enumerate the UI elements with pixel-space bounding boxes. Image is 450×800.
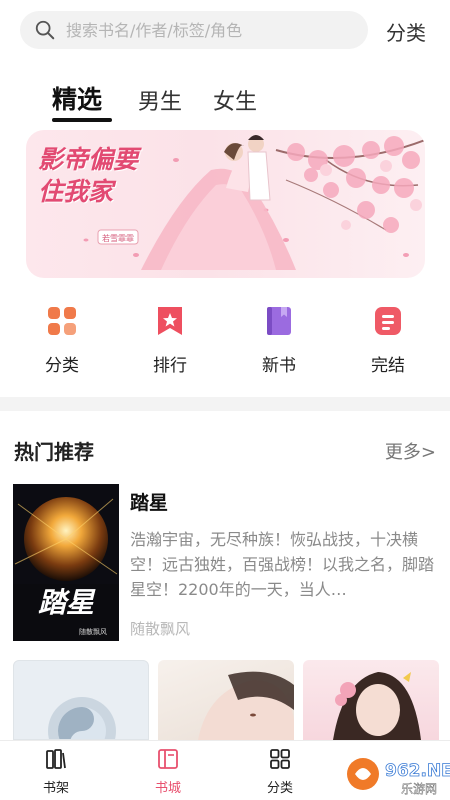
book-cover[interactable]: 踏星 随散飘风 bbox=[13, 484, 119, 641]
ranking-star-icon bbox=[158, 307, 182, 335]
section-title: 热门推荐 bbox=[14, 440, 94, 464]
watermark-sub: 乐游网 bbox=[401, 782, 437, 796]
book-author: 随散飘风 bbox=[130, 620, 191, 638]
bottom-nav-category[interactable]: 分类 bbox=[245, 747, 315, 796]
book-cover-thumb[interactable] bbox=[303, 660, 439, 740]
book-cover-thumb[interactable] bbox=[158, 660, 294, 740]
category-grid-icon bbox=[270, 749, 290, 769]
channel-tabs: 精选 男生 女生 bbox=[0, 80, 450, 122]
tab-male[interactable]: 男生 bbox=[138, 84, 182, 116]
quick-nav-label: 完结 bbox=[371, 356, 405, 376]
quick-nav: 分类 排行 新书 完结 bbox=[0, 305, 450, 385]
search-icon bbox=[35, 20, 55, 40]
grid-icon bbox=[48, 307, 76, 335]
new-book-icon bbox=[267, 307, 291, 335]
section-divider bbox=[0, 397, 450, 411]
book-description: 浩瀚宇宙，无尽种族！恢弘战技，十决横空！远古独姓，百强战榜！以我之名，脚踏星空！… bbox=[130, 530, 435, 599]
book-cover-author: 随散飘风 bbox=[79, 627, 107, 636]
site-watermark: 962.NET 乐游网 bbox=[347, 758, 450, 796]
bookshelf-icon bbox=[46, 749, 66, 769]
bottom-nav-label: 书架 bbox=[42, 781, 69, 796]
quick-nav-label: 分类 bbox=[45, 356, 79, 376]
banner-badge: 若雪霏霏 bbox=[102, 233, 134, 243]
quick-nav-label: 新书 bbox=[262, 356, 296, 376]
bottom-nav-label: 书城 bbox=[154, 781, 181, 796]
portrait-art bbox=[198, 671, 294, 740]
search-input[interactable] bbox=[66, 20, 346, 40]
active-tab-indicator bbox=[52, 118, 112, 122]
book-info: 踏星 浩瀚宇宙，无尽种族！恢弘战技，十决横空！远古独姓，百强战榜！以我之名，脚踏… bbox=[130, 484, 435, 639]
bookstore-icon bbox=[158, 749, 178, 769]
bottom-nav-bookstore[interactable]: 书城 bbox=[133, 747, 203, 796]
yin-yang-art bbox=[48, 697, 116, 739]
quick-nav-ranking[interactable]: 排行 bbox=[135, 305, 205, 376]
hot-recommend-header: 热门推荐 更多> bbox=[0, 430, 450, 470]
book-covers-row bbox=[13, 660, 450, 740]
more-link[interactable]: 更多> bbox=[385, 438, 436, 464]
category-link[interactable]: 分类 bbox=[386, 17, 426, 46]
book-cover-art: 踏星 随散飘风 bbox=[13, 484, 119, 641]
book-cover-thumb[interactable] bbox=[13, 660, 149, 740]
bottom-nav-bookshelf[interactable]: 书架 bbox=[21, 747, 91, 796]
tab-featured[interactable]: 精选 bbox=[52, 80, 102, 116]
search-bar-row: 分类 bbox=[0, 0, 450, 60]
promo-banner[interactable]: 若雪霏霏 影帝偏要住我家 bbox=[26, 130, 425, 278]
banner-title: 影帝偏要住我家 bbox=[38, 145, 139, 206]
watermark-brand: 962.NET bbox=[385, 761, 450, 781]
search-box[interactable] bbox=[20, 11, 368, 49]
bottom-nav-label: 分类 bbox=[266, 781, 293, 796]
featured-book-card[interactable]: 踏星 随散飘风 踏星 浩瀚宇宙，无尽种族！恢弘战技，十决横空！远古独姓，百强战榜… bbox=[13, 484, 438, 644]
book-title[interactable]: 踏星 bbox=[130, 488, 435, 515]
quick-nav-new-books[interactable]: 新书 bbox=[244, 305, 314, 376]
quick-nav-label: 排行 bbox=[153, 356, 187, 376]
girl-flower-art bbox=[333, 672, 421, 740]
quick-nav-category[interactable]: 分类 bbox=[27, 305, 97, 376]
quick-nav-completed[interactable]: 完结 bbox=[353, 305, 423, 376]
tab-female[interactable]: 女生 bbox=[213, 84, 257, 116]
completed-icon bbox=[375, 307, 401, 335]
book-cover-title: 踏星 bbox=[38, 586, 96, 619]
